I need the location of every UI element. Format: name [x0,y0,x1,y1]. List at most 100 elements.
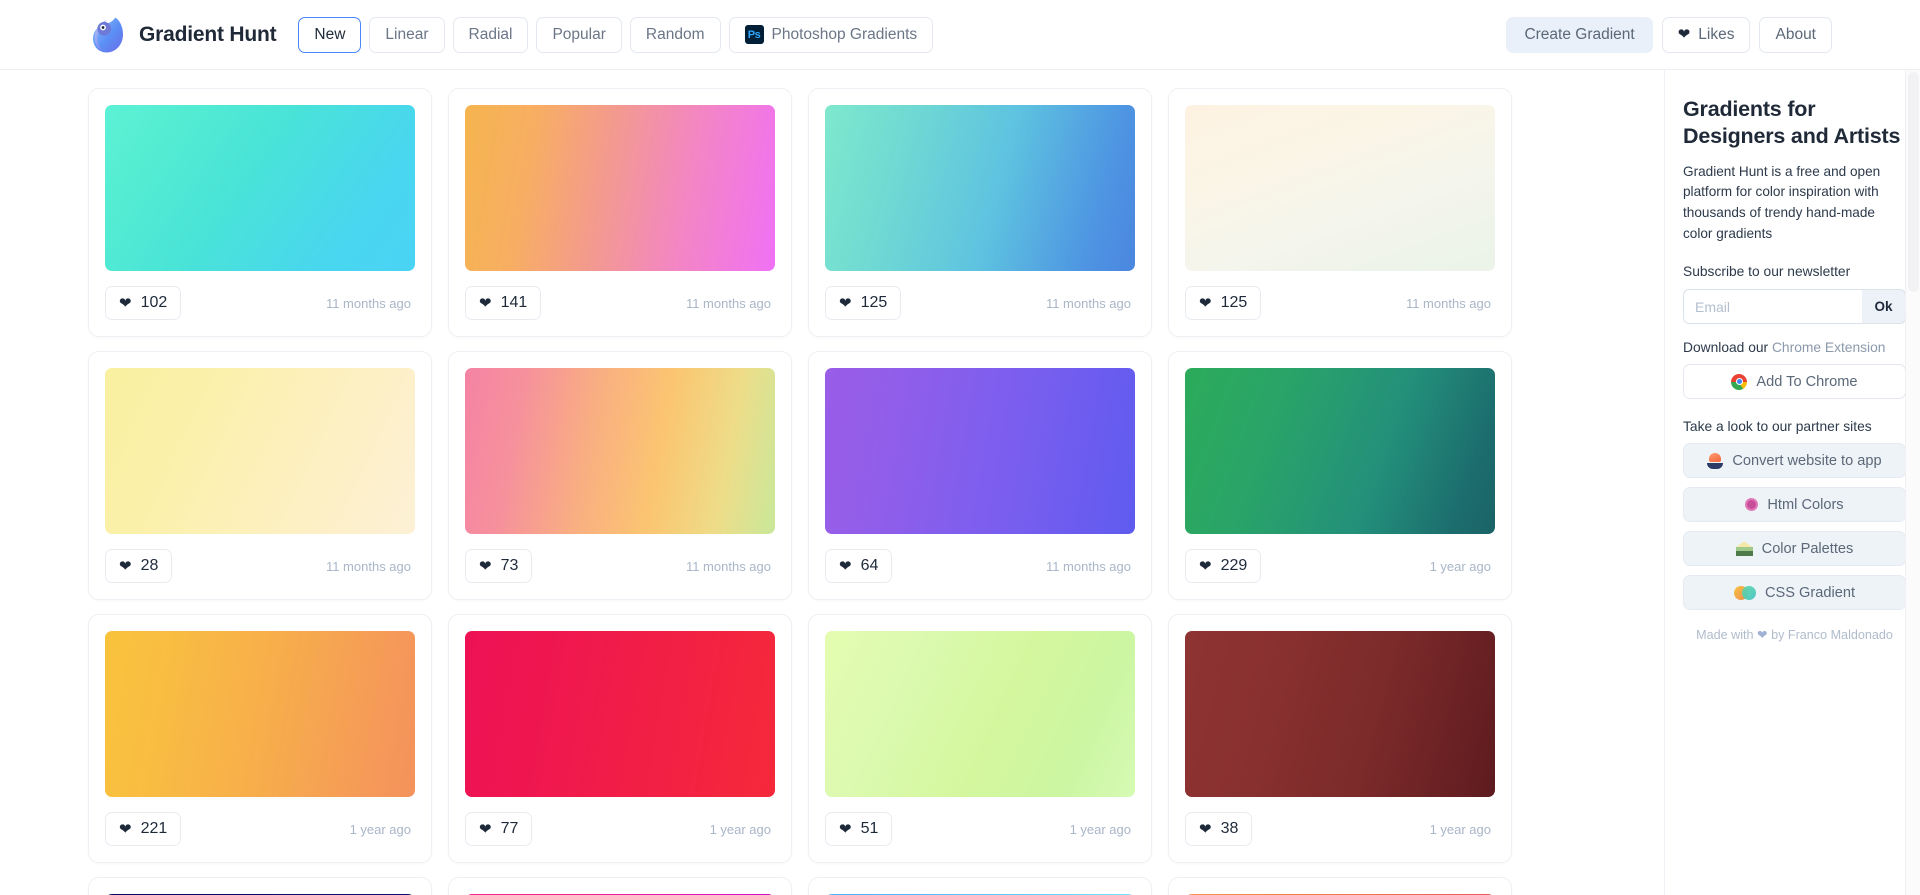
likes-label: Likes [1698,25,1735,43]
partner-convert-website-to-app-button[interactable]: Convert website to app [1683,443,1906,479]
partner-label-3: CSS Gradient [1764,584,1856,601]
like-button[interactable]: ❤ 51 [825,812,893,846]
scrollbar-thumb[interactable] [1908,72,1919,292]
add-to-chrome-button[interactable]: Add To Chrome [1683,364,1906,400]
like-button[interactable]: ❤ 64 [825,549,893,583]
nav-tab-new[interactable]: New [298,16,362,53]
heart-icon: ❤ [479,557,492,575]
gradient-card-footer: ❤ 77 1 year ago [465,812,775,846]
app-header: Gradient Hunt New Linear Radial Popular … [0,0,1920,70]
gradient-card[interactable]: ❤ 51 1 year ago [808,614,1152,863]
heart-icon: ❤ [839,820,852,838]
header-actions: Create Gradient ❤ Likes About [1506,16,1832,53]
gradient-card[interactable]: ❤ 64 11 months ago [808,351,1152,600]
partner-css-gradient-button[interactable]: CSS Gradient [1683,575,1906,611]
gradient-card[interactable]: ❤ 125 11 months ago [1168,88,1512,337]
brand[interactable]: Gradient Hunt [88,15,277,55]
like-count: 102 [140,294,168,311]
like-button[interactable]: ❤ 102 [105,286,182,320]
timestamp: 11 months ago [325,558,411,574]
like-button[interactable]: ❤ 229 [1185,549,1262,583]
gradient-swatch[interactable] [465,368,775,534]
like-button[interactable]: ❤ 73 [465,549,533,583]
gradient-card[interactable]: ❤ 28 11 months ago [88,351,432,600]
page-scrollbar[interactable] [1905,70,1920,895]
page-body: ❤ 102 11 months ago ❤ 141 11 months ago ❤ 125 11… [0,70,1920,895]
gradient-swatch[interactable] [1185,631,1495,797]
gradient-swatch[interactable] [1185,105,1495,271]
gradient-card[interactable]: ❤ [808,877,1152,895]
gradient-swatch[interactable] [465,631,775,797]
gradient-card[interactable]: ❤ 141 11 months ago [448,88,792,337]
gradient-card[interactable]: ❤ 221 1 year ago [88,614,432,863]
timestamp: 11 months ago [1045,558,1131,574]
gradient-card[interactable]: ❤ 125 11 months ago [808,88,1152,337]
partner-color-palettes-button[interactable]: Color Palettes [1683,531,1906,567]
partner-label-1: Html Colors [1767,496,1844,513]
like-count: 51 [860,820,879,837]
nav-tab-linear[interactable]: Linear [369,16,445,53]
like-button[interactable]: ❤ 221 [105,812,182,846]
like-count: 64 [860,557,879,574]
gradient-swatch[interactable] [105,105,415,271]
timestamp: 1 year ago [1069,821,1131,837]
email-field[interactable] [1683,289,1862,325]
heart-icon: ❤ [479,294,492,312]
gradient-hunt-bird-logo [93,17,123,52]
gradient-card[interactable]: ❤ 229 1 year ago [1168,351,1512,600]
nav-tab-photoshop-gradients[interactable]: Ps Photoshop Gradients [728,16,934,53]
chrome-icon [1731,373,1748,390]
gradient-swatch[interactable] [825,631,1135,797]
gradient-card[interactable]: ❤ [448,877,792,895]
gradient-swatch[interactable] [105,368,415,534]
likes-button[interactable]: ❤ Likes [1661,16,1751,53]
like-button[interactable]: ❤ 77 [465,812,533,846]
heart-icon: ❤ [1199,557,1212,575]
chrome-extension-link[interactable]: Chrome Extension [1772,340,1886,355]
gradient-card[interactable]: ❤ 102 11 months ago [88,88,432,337]
nav-tab-popular[interactable]: Popular [536,16,622,53]
timestamp: 11 months ago [1405,295,1491,311]
gradient-card[interactable]: ❤ [88,877,432,895]
gradient-card-footer: ❤ 141 11 months ago [465,286,775,320]
like-count: 229 [1220,557,1248,574]
gradient-swatch[interactable] [825,368,1135,534]
nav-tab-radial[interactable]: Radial [452,16,529,53]
photoshop-icon: Ps [744,25,764,44]
newsletter-submit-button[interactable]: Ok [1862,289,1906,325]
like-count: 77 [500,820,519,837]
heart-icon: ❤ [1199,294,1212,312]
gradient-card[interactable]: ❤ 38 1 year ago [1168,614,1512,863]
nav-tab-photoshop-label: Photoshop Gradients [771,25,918,43]
gradient-swatch[interactable] [465,105,775,271]
timestamp: 11 months ago [325,295,411,311]
like-button[interactable]: ❤ 141 [465,286,542,320]
timestamp: 11 months ago [685,558,771,574]
gradient-swatch[interactable] [1185,368,1495,534]
like-button[interactable]: ❤ 125 [825,286,902,320]
like-count: 141 [500,294,528,311]
gradient-card[interactable]: ❤ 77 1 year ago [448,614,792,863]
newsletter-form: Ok [1683,289,1906,325]
heart-icon: ❤ [839,557,852,575]
like-button[interactable]: ❤ 38 [1185,812,1253,846]
create-gradient-button[interactable]: Create Gradient [1506,16,1653,53]
gradient-swatch[interactable] [105,631,415,797]
timestamp: 11 months ago [1045,295,1131,311]
timestamp: 1 year ago [1429,558,1491,574]
about-button[interactable]: About [1759,16,1832,53]
timestamp: 1 year ago [709,821,771,837]
gradient-card-footer: ❤ 73 11 months ago [465,549,775,583]
nav-tab-random[interactable]: Random [629,16,721,53]
like-button[interactable]: ❤ 28 [105,549,173,583]
gradient-grid-container: ❤ 102 11 months ago ❤ 141 11 months ago ❤ 125 11… [0,70,1664,895]
gradient-card[interactable]: ❤ [1168,877,1512,895]
timestamp: 11 months ago [685,295,771,311]
credit-line: Made with ❤ by Franco Maldonado [1683,627,1906,642]
like-button[interactable]: ❤ 125 [1185,286,1262,320]
css-gradient-icon [1733,585,1756,600]
gradient-swatch[interactable] [825,105,1135,271]
gradient-card[interactable]: ❤ 73 11 months ago [448,351,792,600]
partner-html-colors-button[interactable]: Html Colors [1683,487,1906,523]
download-prefix: Download our [1683,340,1772,356]
